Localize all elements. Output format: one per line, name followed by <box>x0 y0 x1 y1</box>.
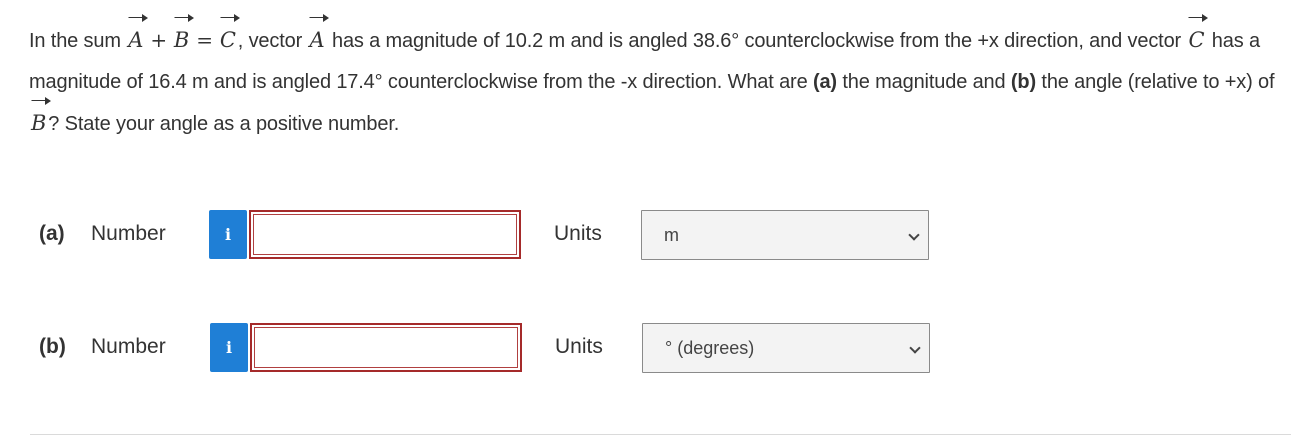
units-selected-value: ° (degrees) <box>665 338 755 358</box>
question-text-part: the magnitude and <box>836 71 1011 93</box>
vector-a-symbol: A <box>126 13 148 61</box>
chevron-down-icon <box>909 342 921 354</box>
question-text-part: ? State your angle as a positive number. <box>48 113 400 135</box>
vector-b-symbol: B <box>29 96 51 144</box>
info-icon: i <box>224 225 232 244</box>
info-icon: i <box>225 338 233 357</box>
vector-c-symbol: C <box>218 13 240 61</box>
number-label: Number <box>91 222 166 245</box>
part-b-marker: (b) <box>1010 71 1036 93</box>
chevron-down-icon <box>908 229 920 241</box>
answer-row-b: (b) Number i Units ° (degrees) <box>0 323 1291 373</box>
part-label: (b) <box>39 335 66 358</box>
answer-input-frame <box>249 210 521 259</box>
question-text-part: the angle (relative to +x) of <box>1036 71 1275 93</box>
units-a-select[interactable]: m <box>641 210 929 260</box>
units-b-select[interactable]: ° (degrees) <box>642 323 930 373</box>
equals-operator: = <box>196 28 213 52</box>
question-text-part: has a magnitude of 10.2 m and is angled … <box>326 30 1187 52</box>
vector-a-symbol: A <box>308 13 330 61</box>
answer-b-input[interactable] <box>254 327 518 368</box>
units-selected-value: m <box>664 225 679 245</box>
part-a-marker: (a) <box>812 71 837 93</box>
units-label: Units <box>554 222 602 245</box>
divider <box>30 434 1291 435</box>
question-text-part: In the sum <box>29 30 127 52</box>
info-icon-button[interactable]: i <box>210 323 248 372</box>
answer-input-frame <box>250 323 522 372</box>
answer-a-input[interactable] <box>253 214 517 255</box>
vector-b-symbol: B <box>172 13 194 61</box>
plus-operator: + <box>150 28 167 52</box>
question-text-part: , vector <box>237 30 308 52</box>
number-label: Number <box>91 335 166 358</box>
info-icon-button[interactable]: i <box>209 210 247 259</box>
answer-row-a: (a) Number i Units m <box>0 210 1291 260</box>
question-text: In the sum A + B = C, vector A has a magnitu… <box>29 13 1279 145</box>
units-label: Units <box>555 335 603 358</box>
part-label: (a) <box>39 222 65 245</box>
vector-c-symbol: C <box>1186 13 1209 61</box>
